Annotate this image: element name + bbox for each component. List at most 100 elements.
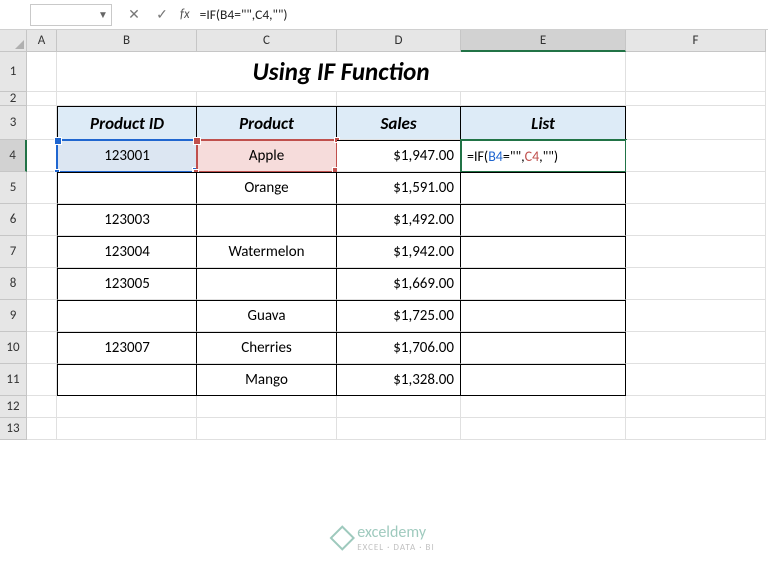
formula-bar-input[interactable]: =IF(B4="",C4,"") <box>194 4 768 26</box>
cell-B7[interactable]: 123004 <box>57 236 197 268</box>
cell-D11[interactable]: $1,328.00 <box>337 364 461 396</box>
cell-A1[interactable] <box>27 52 57 92</box>
cell-A12[interactable] <box>27 396 57 418</box>
cell-A8[interactable] <box>27 268 57 300</box>
cell-B10[interactable]: 123007 <box>57 332 197 364</box>
cell-B9[interactable] <box>57 300 197 332</box>
th-list[interactable]: List <box>461 106 626 140</box>
cell-A3[interactable] <box>27 106 57 140</box>
cell-D4[interactable]: $1,947.00 <box>337 140 461 172</box>
cell-C6[interactable] <box>197 204 337 236</box>
cell-D2[interactable] <box>337 92 461 106</box>
col-C[interactable]: C <box>197 30 337 52</box>
cell-C7[interactable]: Watermelon <box>197 236 337 268</box>
cell-E5[interactable] <box>461 172 626 204</box>
cell-E9[interactable] <box>461 300 626 332</box>
row-2[interactable]: 2 <box>0 92 27 106</box>
row-8[interactable]: 8 <box>0 268 27 300</box>
cell-A10[interactable] <box>27 332 57 364</box>
row-6[interactable]: 6 <box>0 204 27 236</box>
cell-D5[interactable]: $1,591.00 <box>337 172 461 204</box>
col-B[interactable]: B <box>57 30 197 52</box>
row-5[interactable]: 5 <box>0 172 27 204</box>
cell-F9[interactable] <box>626 300 766 332</box>
cell-C12[interactable] <box>197 396 337 418</box>
col-D[interactable]: D <box>337 30 461 52</box>
cell-F3[interactable] <box>626 106 766 140</box>
cell-D10[interactable]: $1,706.00 <box>337 332 461 364</box>
enter-icon[interactable]: ✓ <box>148 4 176 26</box>
cell-B6[interactable]: 123003 <box>57 204 197 236</box>
th-product[interactable]: Product <box>197 106 337 140</box>
cell-F12[interactable] <box>626 396 766 418</box>
cell-E11[interactable] <box>461 364 626 396</box>
cell-C9[interactable]: Guava <box>197 300 337 332</box>
cell-A7[interactable] <box>27 236 57 268</box>
cell-E8[interactable] <box>461 268 626 300</box>
cell-A2[interactable] <box>27 92 57 106</box>
cell-C13[interactable] <box>197 418 337 440</box>
cell-A4[interactable] <box>27 140 57 172</box>
cell-B2[interactable] <box>57 92 197 106</box>
name-box-dropdown-icon[interactable]: ▼ <box>95 8 111 21</box>
cell-D13[interactable] <box>337 418 461 440</box>
cell-F2[interactable] <box>626 92 766 106</box>
cell-D12[interactable] <box>337 396 461 418</box>
cell-C8[interactable] <box>197 268 337 300</box>
cell-F4[interactable] <box>626 140 766 172</box>
cell-A6[interactable] <box>27 204 57 236</box>
cell-E12[interactable] <box>461 396 626 418</box>
cell-F10[interactable] <box>626 332 766 364</box>
row-4[interactable]: 4 <box>0 140 27 172</box>
cell-F6[interactable] <box>626 204 766 236</box>
cell-F13[interactable] <box>626 418 766 440</box>
row-13[interactable]: 13 <box>0 418 27 440</box>
cell-E7[interactable] <box>461 236 626 268</box>
row-7[interactable]: 7 <box>0 236 27 268</box>
cell-B13[interactable] <box>57 418 197 440</box>
cell-B12[interactable] <box>57 396 197 418</box>
cell-D7[interactable]: $1,942.00 <box>337 236 461 268</box>
row-3[interactable]: 3 <box>0 106 27 140</box>
cell-E10[interactable] <box>461 332 626 364</box>
th-sales[interactable]: Sales <box>337 106 461 140</box>
row-9[interactable]: 9 <box>0 300 27 332</box>
cell-E13[interactable] <box>461 418 626 440</box>
row-10[interactable]: 10 <box>0 332 27 364</box>
cell-F1[interactable] <box>626 52 766 92</box>
cell-A11[interactable] <box>27 364 57 396</box>
cell-C10[interactable]: Cherries <box>197 332 337 364</box>
th-product-id[interactable]: Product ID <box>57 106 197 140</box>
cell-F5[interactable] <box>626 172 766 204</box>
cancel-icon[interactable]: ✕ <box>120 4 148 26</box>
cell-B11[interactable] <box>57 364 197 396</box>
cell-D9[interactable]: $1,725.00 <box>337 300 461 332</box>
cell-F11[interactable] <box>626 364 766 396</box>
cell-F8[interactable] <box>626 268 766 300</box>
name-box[interactable]: ▼ <box>30 4 112 26</box>
fx-icon[interactable]: fx <box>180 7 190 22</box>
cell-A9[interactable] <box>27 300 57 332</box>
cell-D6[interactable]: $1,492.00 <box>337 204 461 236</box>
cell-F7[interactable] <box>626 236 766 268</box>
cell-C11[interactable]: Mango <box>197 364 337 396</box>
cell-B4[interactable]: 123001 <box>57 140 197 172</box>
cell-E4[interactable]: =IF(B4="",C4,"") <box>461 140 626 172</box>
select-all-triangle[interactable] <box>0 30 27 52</box>
row-11[interactable]: 11 <box>0 364 27 396</box>
cell-C2[interactable] <box>197 92 337 106</box>
row-1[interactable]: 1 <box>0 52 27 92</box>
cell-E6[interactable] <box>461 204 626 236</box>
cell-C4[interactable]: Apple <box>197 140 337 172</box>
cell-B5[interactable] <box>57 172 197 204</box>
cell-E2[interactable] <box>461 92 626 106</box>
col-A[interactable]: A <box>27 30 57 52</box>
page-title[interactable]: Using IF Function <box>57 52 626 92</box>
col-E[interactable]: E <box>461 30 626 52</box>
cell-C5[interactable]: Orange <box>197 172 337 204</box>
col-F[interactable]: F <box>626 30 766 52</box>
row-12[interactable]: 12 <box>0 396 27 418</box>
cell-B8[interactable]: 123005 <box>57 268 197 300</box>
cell-D8[interactable]: $1,669.00 <box>337 268 461 300</box>
cell-A5[interactable] <box>27 172 57 204</box>
